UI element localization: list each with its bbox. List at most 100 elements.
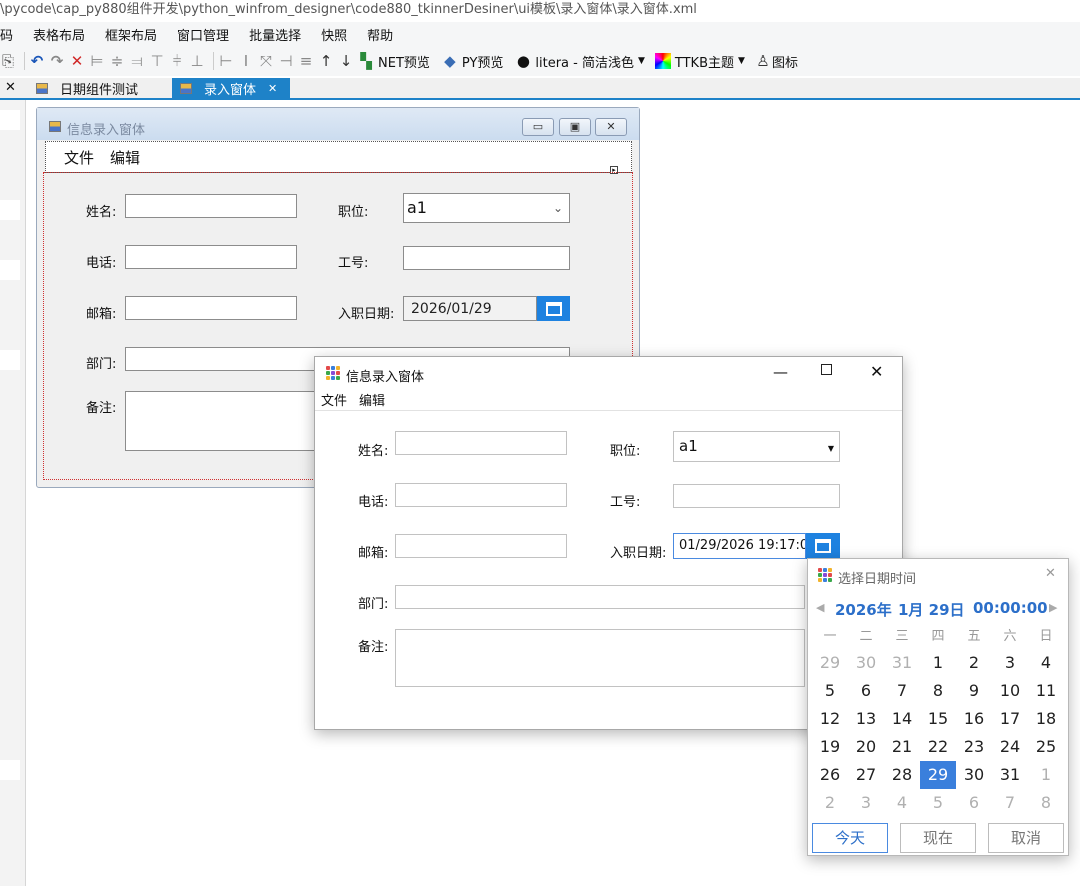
calendar-day-cell[interactable]: 16: [956, 705, 992, 733]
calendar-day-cell[interactable]: 15: [920, 705, 956, 733]
job-no-input[interactable]: [673, 484, 840, 508]
calendar-day-cell[interactable]: 2: [812, 789, 848, 817]
menu-item-edit[interactable]: 编辑: [359, 390, 385, 409]
calendar-day-cell[interactable]: 20: [848, 733, 884, 761]
calendar-day-cell[interactable]: 29: [920, 761, 956, 789]
send-back-icon[interactable]: ↓: [338, 52, 354, 70]
calendar-day-cell[interactable]: 18: [1028, 705, 1064, 733]
datetime-picker-popup[interactable]: 选择日期时间 ✕ ◀ 2026年 1月 29日 00:00:00 ▶ 一 二 三…: [807, 558, 1069, 856]
calendar-day-cell[interactable]: 17: [992, 705, 1028, 733]
email-input[interactable]: [125, 296, 297, 320]
calendar-day-cell[interactable]: 1: [920, 649, 956, 677]
prev-month-icon[interactable]: ◀: [816, 601, 824, 614]
menu-item-file[interactable]: 文件: [321, 390, 347, 409]
calendar-day-cell[interactable]: 22: [920, 733, 956, 761]
menu-item-help[interactable]: 帮助: [367, 25, 393, 44]
calendar-day-cell[interactable]: 23: [956, 733, 992, 761]
calendar-day-cell[interactable]: 5: [920, 789, 956, 817]
maximize-icon[interactable]: [821, 364, 832, 375]
phone-input[interactable]: [125, 245, 297, 269]
menu-item-snapshot[interactable]: 快照: [321, 25, 347, 44]
align-top-icon[interactable]: ⊤: [149, 52, 165, 70]
calendar-day-cell[interactable]: 2: [956, 649, 992, 677]
calendar-day-cell[interactable]: 14: [884, 705, 920, 733]
icon-button[interactable]: ♙ 图标: [755, 52, 798, 71]
net-preview-button[interactable]: ▚ NET预览: [358, 52, 430, 71]
maximize-button[interactable]: ▣: [559, 118, 591, 136]
calendar-day-cell[interactable]: 3: [848, 789, 884, 817]
designer-form-menubar[interactable]: 文件 编辑 ▸: [45, 141, 632, 174]
menu-item-code[interactable]: 码: [0, 25, 13, 44]
calendar-day-cell[interactable]: 24: [992, 733, 1028, 761]
name-input[interactable]: [125, 194, 297, 218]
same-width-icon[interactable]: ⊢: [218, 52, 234, 70]
ttkb-theme-dropdown[interactable]: TTKB主题 ▼: [654, 52, 745, 71]
menu-item-batch-select[interactable]: 批量选择: [249, 25, 301, 44]
menu-item-edit[interactable]: 编辑: [110, 147, 140, 168]
calendar-day-cell[interactable]: 19: [812, 733, 848, 761]
tab-date-test[interactable]: 日期组件测试: [28, 78, 168, 98]
calendar-day-cell[interactable]: 8: [920, 677, 956, 705]
delete-icon[interactable]: ✕: [69, 52, 85, 70]
notes-textarea[interactable]: [395, 629, 805, 687]
align-bottom-icon[interactable]: ⊥: [189, 52, 205, 70]
today-button[interactable]: 今天: [812, 823, 888, 853]
align-center-icon[interactable]: ≑: [109, 52, 125, 70]
tab-entry-form[interactable]: 录入窗体 ✕: [172, 78, 290, 98]
vspace-icon[interactable]: ≡: [298, 52, 314, 70]
same-size-icon[interactable]: ⤧: [258, 52, 274, 70]
calendar-day-cell[interactable]: 11: [1028, 677, 1064, 705]
align-middle-icon[interactable]: ⫩: [169, 52, 185, 70]
py-preview-button[interactable]: ◆ PY预览: [442, 52, 503, 71]
align-right-icon[interactable]: ⫤: [129, 52, 145, 70]
paste-icon[interactable]: ⎘: [0, 52, 16, 70]
calendar-day-cell[interactable]: 6: [956, 789, 992, 817]
calendar-day-cell[interactable]: 28: [884, 761, 920, 789]
calendar-day-cell[interactable]: 25: [1028, 733, 1064, 761]
email-input[interactable]: [395, 534, 567, 558]
menu-item-table-layout[interactable]: 表格布局: [33, 25, 85, 44]
minimize-icon[interactable]: —: [773, 363, 788, 381]
menu-item-file[interactable]: 文件: [64, 147, 94, 168]
theme-select-dropdown[interactable]: ● litera - 简洁浅色 ▼: [515, 52, 645, 71]
picker-time[interactable]: 00:00:00: [973, 599, 1048, 617]
bring-front-icon[interactable]: ↑: [318, 52, 334, 70]
calendar-button[interactable]: [806, 533, 840, 559]
job-no-input[interactable]: [403, 246, 570, 270]
cancel-button[interactable]: 取消: [988, 823, 1064, 853]
calendar-day-cell[interactable]: 1: [1028, 761, 1064, 789]
calendar-day-cell[interactable]: 6: [848, 677, 884, 705]
next-month-icon[interactable]: ▶: [1049, 601, 1057, 614]
close-icon[interactable]: ✕: [268, 82, 277, 95]
calendar-button[interactable]: [537, 296, 570, 321]
calendar-day-cell[interactable]: 30: [956, 761, 992, 789]
close-icon[interactable]: ✕: [1045, 566, 1056, 581]
calendar-day-cell[interactable]: 13: [848, 705, 884, 733]
calendar-day-cell[interactable]: 12: [812, 705, 848, 733]
calendar-day-cell[interactable]: 29: [812, 649, 848, 677]
dept-input[interactable]: [395, 585, 805, 609]
calendar-day-cell[interactable]: 7: [884, 677, 920, 705]
calendar-day-cell[interactable]: 31: [884, 649, 920, 677]
calendar-day-cell[interactable]: 21: [884, 733, 920, 761]
calendar-day-cell[interactable]: 8: [1028, 789, 1064, 817]
picker-year[interactable]: 2026年: [835, 599, 892, 620]
minimize-button[interactable]: ▭: [522, 118, 554, 136]
hspace-icon[interactable]: ⊣: [278, 52, 294, 70]
calendar-day-cell[interactable]: 31: [992, 761, 1028, 789]
menu-item-window-manage[interactable]: 窗口管理: [177, 25, 229, 44]
close-icon[interactable]: ✕: [5, 80, 16, 95]
now-button[interactable]: 现在: [900, 823, 976, 853]
calendar-day-cell[interactable]: 3: [992, 649, 1028, 677]
calendar-day-cell[interactable]: 5: [812, 677, 848, 705]
calendar-day-cell[interactable]: 26: [812, 761, 848, 789]
position-combobox[interactable]: a1 ▼: [673, 431, 840, 462]
calendar-day-cell[interactable]: 4: [1028, 649, 1064, 677]
align-left-icon[interactable]: ⊨: [89, 52, 105, 70]
hire-date-field[interactable]: 2026/01/29: [403, 296, 537, 321]
redo-icon[interactable]: ↷: [49, 52, 65, 70]
position-combobox[interactable]: a1 ⌄: [403, 193, 570, 223]
hire-date-field[interactable]: 01/29/2026 19:17:0: [673, 533, 806, 559]
calendar-day-cell[interactable]: 30: [848, 649, 884, 677]
same-height-icon[interactable]: Ⅰ: [238, 52, 254, 70]
